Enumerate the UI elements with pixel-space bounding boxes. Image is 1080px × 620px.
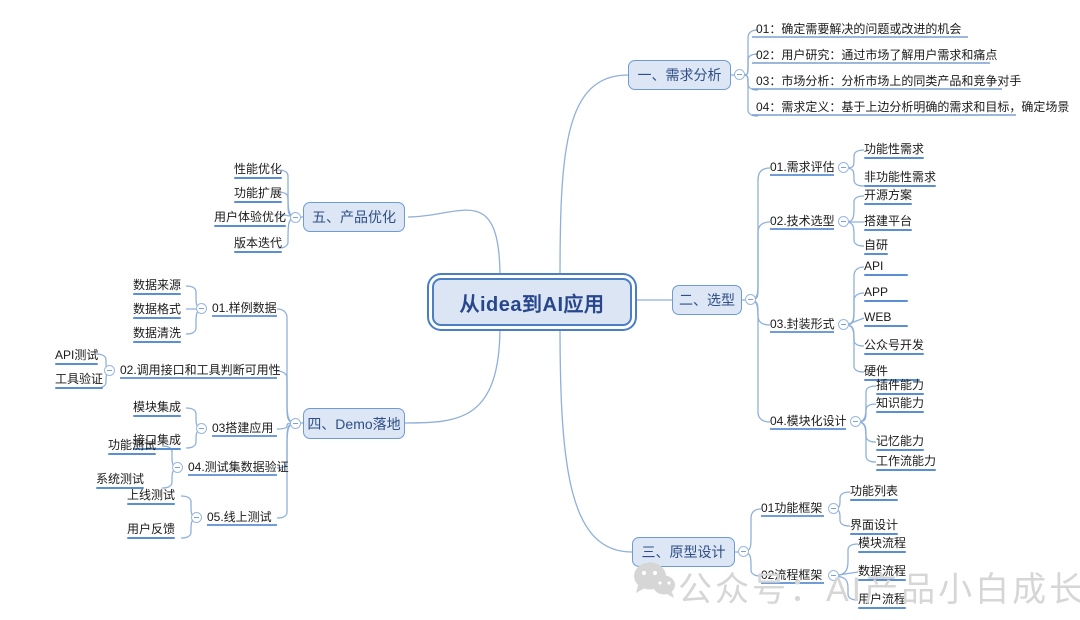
leaf-selfdev[interactable]: 自研 xyxy=(864,238,889,255)
toggle-demo-sub-1[interactable] xyxy=(196,303,207,314)
branch-demo-label: 四、Demo落地 xyxy=(307,415,401,432)
toggle-prototype-sub-1[interactable] xyxy=(828,503,839,514)
root-label: 从idea到AI应用 xyxy=(459,293,605,316)
toggle-selection-sub-4[interactable] xyxy=(850,416,861,427)
selection-sub-2[interactable]: 02.技术选型 xyxy=(770,214,835,228)
leaf-workflow-ability[interactable]: 工作流能力 xyxy=(876,454,937,471)
leaf-web[interactable]: WEB xyxy=(864,310,908,327)
leaf-api-test[interactable]: API测试 xyxy=(55,348,99,365)
leaf-platform[interactable]: 搭建平台 xyxy=(864,214,913,231)
toggle-demo-sub-3[interactable] xyxy=(196,423,207,434)
leaf-data-clean[interactable]: 数据清洗 xyxy=(133,326,182,343)
leaf-data-source[interactable]: 数据来源 xyxy=(133,278,182,295)
demo-sub-3[interactable]: 03搭建应用 xyxy=(212,421,273,435)
toggle-demo-sub-5[interactable] xyxy=(191,512,202,523)
selection-sub-4[interactable]: 04.模块化设计 xyxy=(770,414,847,428)
branch-requirement[interactable]: 一、需求分析 xyxy=(628,60,731,90)
leaf-app[interactable]: APP xyxy=(864,285,908,302)
requirement-item-2[interactable]: 02：用户研究：通过市场了解用户需求和痛点 xyxy=(756,48,997,62)
leaf-ui-design[interactable]: 界面设计 xyxy=(850,518,899,535)
toggle-selection-sub-3[interactable] xyxy=(838,319,849,330)
demo-sub-5[interactable]: 05.线上测试 xyxy=(207,510,272,524)
toggle-demo[interactable] xyxy=(290,418,301,429)
leaf-knowledge-ability[interactable]: 知识能力 xyxy=(876,396,925,413)
prototype-sub-1[interactable]: 01功能框架 xyxy=(761,501,822,515)
leaf-system-test[interactable]: 系统测试 xyxy=(96,472,145,489)
leaf-user-feedback[interactable]: 用户反馈 xyxy=(127,522,176,539)
leaf-plugin-ability[interactable]: 插件能力 xyxy=(876,378,925,395)
toggle-demo-sub-2[interactable] xyxy=(104,365,115,376)
branch-demo[interactable]: 四、Demo落地 xyxy=(303,408,405,439)
demo-sub-2[interactable]: 02.调用接口和工具判断可用性 xyxy=(120,363,281,377)
leaf-functional-req[interactable]: 功能性需求 xyxy=(864,142,925,159)
branch-optimize[interactable]: 五、产品优化 xyxy=(303,202,405,232)
branch-optimize-label: 五、产品优化 xyxy=(312,209,396,225)
requirement-item-3[interactable]: 03：市场分析：分析市场上的同类产品和竞争对手 xyxy=(756,74,1021,88)
branch-selection-label: 二、选型 xyxy=(679,292,735,308)
branch-selection[interactable]: 二、选型 xyxy=(672,285,742,315)
selection-sub-3[interactable]: 03.封装形式 xyxy=(770,317,835,331)
leaf-ux-opt[interactable]: 用户体验优化 xyxy=(214,210,287,227)
leaf-api[interactable]: API xyxy=(864,259,908,276)
toggle-requirement[interactable] xyxy=(734,69,745,80)
toggle-demo-sub-4[interactable] xyxy=(172,462,183,473)
leaf-performance-opt[interactable]: 性能优化 xyxy=(234,162,283,179)
leaf-tool-verify[interactable]: 工具验证 xyxy=(55,372,104,389)
leaf-function-test[interactable]: 功能测试 xyxy=(108,438,157,455)
toggle-selection[interactable] xyxy=(745,294,756,305)
selection-sub-1[interactable]: 01.需求评估 xyxy=(770,160,835,174)
mindmap-canvas: 从idea到AI应用 一、需求分析 01：确定需要解决的问题或改进的机会 02：… xyxy=(0,0,1080,620)
leaf-feature-expand[interactable]: 功能扩展 xyxy=(234,186,283,203)
watermark-text: 公众号：AI产品小白成长记 xyxy=(678,571,1080,609)
toggle-optimize[interactable] xyxy=(290,212,301,223)
leaf-version-iteration[interactable]: 版本迭代 xyxy=(234,236,283,253)
branch-prototype-label: 三、原型设计 xyxy=(641,544,726,560)
leaf-data-format[interactable]: 数据格式 xyxy=(133,302,182,319)
leaf-wechat-dev[interactable]: 公众号开发 xyxy=(864,338,925,355)
leaf-module-flow[interactable]: 模块流程 xyxy=(858,536,907,553)
leaf-opensource[interactable]: 开源方案 xyxy=(864,188,913,205)
demo-sub-4[interactable]: 04.测试集数据验证 xyxy=(188,460,289,474)
toggle-selection-sub-1[interactable] xyxy=(838,162,849,173)
leaf-feature-list[interactable]: 功能列表 xyxy=(850,484,899,501)
leaf-module-integration[interactable]: 模块集成 xyxy=(133,400,182,417)
toggle-selection-sub-2[interactable] xyxy=(838,216,849,227)
toggle-prototype[interactable] xyxy=(738,546,749,557)
demo-sub-1[interactable]: 01.样例数据 xyxy=(212,301,277,315)
branch-requirement-label: 一、需求分析 xyxy=(637,67,722,83)
requirement-item-4[interactable]: 04：需求定义：基于上边分析明确的需求和目标，确定场景 xyxy=(756,100,1069,114)
leaf-launch-test[interactable]: 上线测试 xyxy=(127,488,176,505)
root-node[interactable]: 从idea到AI应用 xyxy=(432,278,632,326)
requirement-item-1[interactable]: 01：确定需要解决的问题或改进的机会 xyxy=(756,22,961,36)
leaf-memory-ability[interactable]: 记忆能力 xyxy=(876,434,925,451)
wechat-icon xyxy=(634,562,675,598)
leaf-nonfunctional-req[interactable]: 非功能性需求 xyxy=(864,170,937,187)
